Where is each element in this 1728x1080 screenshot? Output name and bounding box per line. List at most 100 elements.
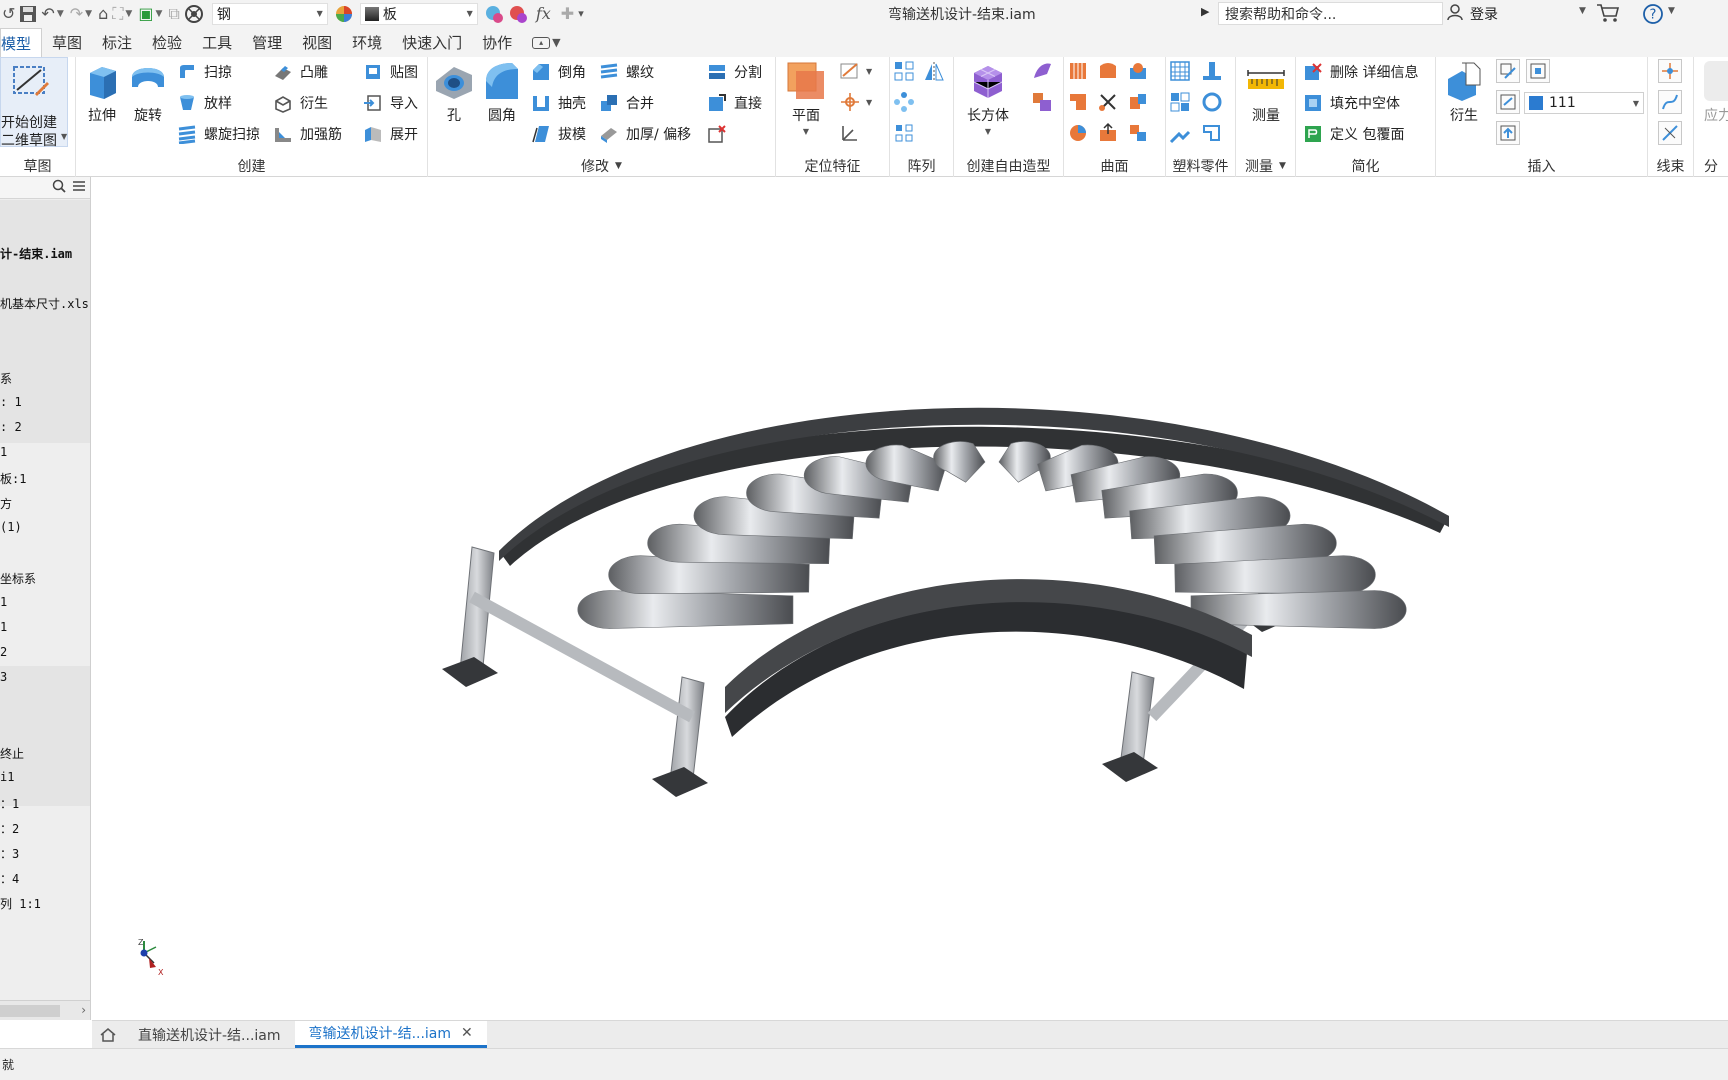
tree-item[interactable]: 1: [0, 595, 7, 609]
menu-icon[interactable]: [72, 180, 86, 196]
tree-item[interactable]: 方: [0, 495, 12, 512]
tree-item[interactable]: 1: [0, 445, 7, 459]
tab-annotate[interactable]: 标注: [92, 28, 142, 57]
rect-pattern-button[interactable]: [892, 59, 916, 83]
login-button[interactable]: 登录: [1446, 3, 1498, 25]
repair-button[interactable]: [1096, 121, 1120, 145]
update-caret-icon[interactable]: ▼: [155, 9, 162, 19]
rest-button[interactable]: [1168, 90, 1192, 114]
place-button[interactable]: [1496, 121, 1520, 145]
point-button[interactable]: [838, 90, 862, 114]
emboss-button[interactable]: 凸雕: [272, 59, 328, 85]
rib-button[interactable]: 加强筋: [272, 121, 342, 147]
decal-button[interactable]: 贴图: [362, 59, 418, 85]
sketch-pattern-button[interactable]: [892, 121, 916, 145]
panel-title-modify[interactable]: 修改 ▼: [428, 155, 775, 177]
help-icon[interactable]: ?: [1642, 3, 1664, 24]
tree-item[interactable]: : 1: [0, 395, 22, 409]
select-icon[interactable]: ⛶: [112, 3, 123, 25]
doc-tab-curved-conveyor[interactable]: 弯输送机设计-结...iam ✕: [294, 1021, 487, 1048]
unfold-button[interactable]: 展开: [362, 121, 418, 147]
snap-fit-button[interactable]: [1200, 90, 1224, 114]
tree-item[interactable]: 列 1:1: [0, 895, 41, 912]
extrude-button[interactable]: 拉伸: [78, 61, 126, 125]
patch-button[interactable]: [1096, 59, 1120, 83]
tab-get-started[interactable]: 快速入门: [392, 28, 472, 57]
tab-collaborate[interactable]: 协作: [472, 28, 522, 57]
cart-icon[interactable]: [1596, 3, 1620, 23]
tree-item[interactable]: 2: [0, 645, 7, 659]
back-icon[interactable]: ↺: [2, 3, 15, 25]
tree-item[interactable]: ：2: [0, 820, 19, 837]
tab-sketch[interactable]: 草图: [42, 28, 92, 57]
tab-tools[interactable]: 工具: [192, 28, 242, 57]
fit-mesh-button[interactable]: [1126, 121, 1150, 145]
help-caret-icon[interactable]: ▼: [1668, 6, 1675, 16]
delete-face-button[interactable]: [706, 121, 728, 147]
harness-point-button[interactable]: [1658, 59, 1682, 83]
point-caret-icon[interactable]: ▼: [866, 98, 872, 107]
tree-item[interactable]: (1): [0, 520, 22, 534]
circular-pattern-button[interactable]: [892, 90, 916, 114]
import-button[interactable]: 导入: [362, 90, 418, 116]
tree-item[interactable]: 1: [0, 620, 7, 634]
fill-voids-button[interactable]: 填充中空体: [1302, 90, 1400, 116]
tab-environments[interactable]: 环境: [342, 28, 392, 57]
lip-button[interactable]: [1200, 121, 1224, 145]
tree-item-assembly[interactable]: 计-结束.iam: [0, 245, 72, 262]
tab-inspect[interactable]: 检验: [142, 28, 192, 57]
revolve-button[interactable]: 旋转: [124, 61, 172, 125]
search-icon[interactable]: [52, 179, 66, 197]
doc-tab-straight-conveyor[interactable]: 直输送机设计-结...iam: [124, 1021, 295, 1048]
appearance-icon[interactable]: [334, 3, 354, 25]
grill-button[interactable]: [1168, 59, 1192, 83]
save-icon[interactable]: [19, 3, 37, 25]
rule-fillet-button[interactable]: [1168, 121, 1192, 145]
tab-view[interactable]: 视图: [292, 28, 342, 57]
split-button[interactable]: 分割: [706, 59, 762, 85]
extend-button[interactable]: [1126, 90, 1150, 114]
insert-value-select[interactable]: 111 ▼: [1524, 92, 1644, 114]
fillet-button[interactable]: 圆角: [478, 61, 526, 125]
tree-item[interactable]: i1: [0, 770, 14, 784]
axis-button[interactable]: [838, 59, 862, 83]
tree-item-spreadsheet[interactable]: 机基本尺寸.xls: [0, 295, 89, 312]
undo-caret-icon[interactable]: ▼: [57, 9, 64, 19]
derive-insert-button[interactable]: 衍生: [1440, 61, 1488, 125]
tab-manage[interactable]: 管理: [242, 28, 292, 57]
stitch-button[interactable]: [1066, 59, 1090, 83]
component-icon[interactable]: ⧉: [168, 3, 179, 25]
start-sketch-button[interactable]: 开始创建 二维草图 ▼: [0, 57, 68, 149]
loft-button[interactable]: 放样: [176, 90, 232, 116]
material-select[interactable]: 钢 ▼: [211, 2, 328, 25]
sweep-button[interactable]: 扫掠: [176, 59, 232, 85]
browser-scrollbar[interactable]: ›: [0, 1000, 90, 1020]
redo-icon[interactable]: ↷: [70, 3, 83, 25]
draft-button[interactable]: 拔模: [530, 121, 586, 147]
parameters-fx-icon[interactable]: fx: [536, 3, 551, 25]
freeform-face-button[interactable]: [1030, 59, 1054, 83]
combine-button[interactable]: 合并: [598, 90, 654, 116]
tree-item-coordinate-system[interactable]: 系: [0, 370, 12, 387]
chevron-right-icon[interactable]: ›: [81, 1003, 86, 1017]
coil-button[interactable]: 螺旋扫掠: [176, 121, 260, 147]
graphics-viewport[interactable]: Z X: [92, 177, 1728, 1020]
tree-item-end-of-part[interactable]: 终止: [0, 745, 24, 762]
clear-appearance-icon[interactable]: [508, 3, 528, 25]
add-icon[interactable]: ✚: [561, 3, 574, 25]
login-caret-icon[interactable]: ▼: [1579, 6, 1586, 16]
ucs-button[interactable]: [838, 121, 862, 145]
hole-button[interactable]: 孔: [430, 61, 478, 125]
import-geometry-button[interactable]: [1496, 59, 1520, 83]
trim-button[interactable]: [1096, 90, 1120, 114]
remove-details-button[interactable]: 删除 详细信息: [1302, 59, 1418, 85]
thread-button[interactable]: 螺纹: [598, 59, 654, 85]
tree-item[interactable]: ：4: [0, 870, 19, 887]
scrollbar-thumb[interactable]: [0, 1005, 60, 1017]
update-icon[interactable]: ▣: [138, 3, 153, 25]
replace-face-button[interactable]: [1066, 121, 1090, 145]
box-button[interactable]: 长方体 ▼: [964, 61, 1012, 136]
shell-button[interactable]: 抽壳: [530, 90, 586, 116]
tree-item[interactable]: 板:1: [0, 470, 26, 487]
measure-button[interactable]: 测量: [1242, 61, 1290, 125]
